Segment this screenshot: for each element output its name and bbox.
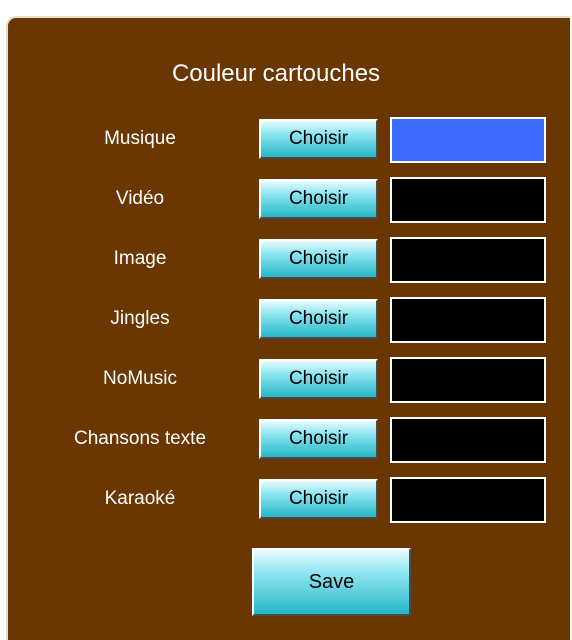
row-image: Image Choisir (0, 236, 572, 283)
row-jingles: Jingles Choisir (0, 296, 572, 343)
row-nomusic: NoMusic Choisir (0, 356, 572, 403)
row-label: Vidéo (115, 188, 165, 209)
row-karaoke: Karaoké Choisir (0, 476, 572, 523)
row-label: Jingles (110, 308, 170, 329)
color-swatch (390, 117, 546, 163)
choose-color-button[interactable]: Choisir (259, 119, 378, 159)
choose-color-button[interactable]: Choisir (259, 419, 378, 459)
row-musique: Musique Choisir (0, 116, 572, 163)
color-swatch (390, 357, 546, 403)
choose-color-button[interactable]: Choisir (259, 179, 378, 219)
color-swatch (390, 177, 546, 223)
panel-title: Couleur cartouches (171, 60, 381, 87)
choose-color-button[interactable]: Choisir (259, 479, 378, 519)
row-label: Karaoké (104, 488, 176, 509)
choose-color-button[interactable]: Choisir (259, 359, 378, 399)
color-swatch (390, 417, 546, 463)
save-button[interactable]: Save (252, 548, 411, 616)
color-swatch (390, 477, 546, 523)
choose-color-button[interactable]: Choisir (259, 299, 378, 339)
row-label: Image (113, 248, 167, 269)
row-label: Musique (104, 128, 176, 149)
row-chansons-texte: Chansons texte Choisir (0, 416, 572, 463)
row-video: Vidéo Choisir (0, 176, 572, 223)
choose-color-button[interactable]: Choisir (259, 239, 378, 279)
color-swatch (390, 297, 546, 343)
row-label: Chansons texte (73, 428, 207, 449)
color-swatch (390, 237, 546, 283)
row-label: NoMusic (103, 368, 177, 389)
